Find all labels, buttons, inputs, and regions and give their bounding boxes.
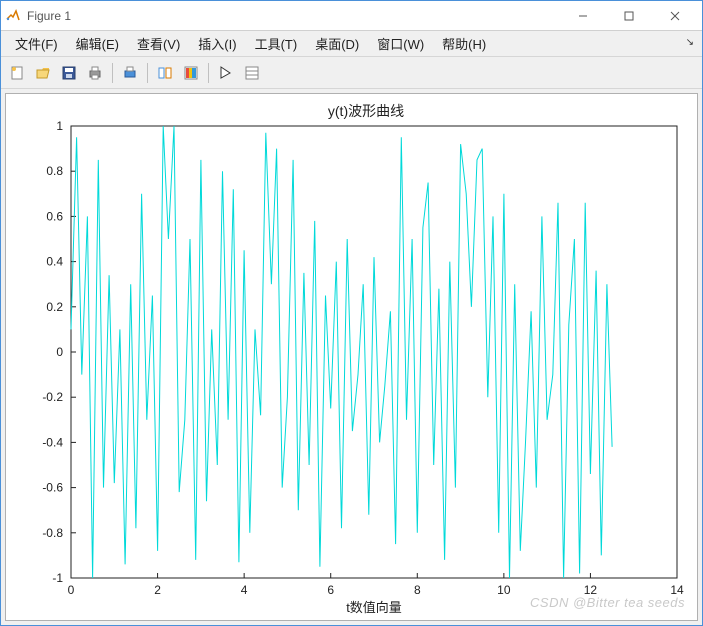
chart-title: y(t)波形曲线 bbox=[328, 103, 404, 119]
maximize-button[interactable] bbox=[606, 2, 652, 30]
svg-text:-1: -1 bbox=[52, 571, 63, 585]
menu-file[interactable]: 文件(F) bbox=[7, 31, 66, 56]
menu-view[interactable]: 查看(V) bbox=[129, 31, 188, 56]
svg-text:0.2: 0.2 bbox=[46, 300, 63, 314]
menu-desktop[interactable]: 桌面(D) bbox=[307, 31, 367, 56]
figure-window: Figure 1 文件(F) 编辑(E) 查看(V) 插入(I) 工具(T) 桌… bbox=[0, 0, 703, 626]
toolbar-separator bbox=[208, 63, 209, 83]
toolbar-separator bbox=[112, 63, 113, 83]
new-figure-button[interactable] bbox=[5, 61, 29, 85]
data-cursor-button[interactable] bbox=[240, 61, 264, 85]
svg-text:0.4: 0.4 bbox=[46, 255, 63, 269]
dock-arrow-icon[interactable]: ↘ bbox=[686, 37, 694, 48]
data-series-line bbox=[71, 126, 612, 578]
edit-plot-button[interactable] bbox=[214, 61, 238, 85]
close-button[interactable] bbox=[652, 2, 698, 30]
menu-window[interactable]: 窗口(W) bbox=[369, 31, 432, 56]
svg-text:2: 2 bbox=[154, 583, 161, 597]
link-button[interactable] bbox=[153, 61, 177, 85]
svg-text:-0.8: -0.8 bbox=[42, 526, 63, 540]
matlab-icon bbox=[5, 8, 21, 24]
print-preview-button[interactable] bbox=[118, 61, 142, 85]
plot-frame: y(t)波形曲线 02468101214 -1-0.8-0.6-0.4-0.20… bbox=[5, 93, 698, 621]
svg-text:1: 1 bbox=[56, 119, 63, 133]
window-title: Figure 1 bbox=[27, 9, 560, 23]
toolbar-separator bbox=[147, 63, 148, 83]
svg-text:0: 0 bbox=[68, 583, 75, 597]
figure-canvas-area: y(t)波形曲线 02468101214 -1-0.8-0.6-0.4-0.20… bbox=[1, 89, 702, 625]
menu-tools[interactable]: 工具(T) bbox=[247, 31, 306, 56]
titlebar: Figure 1 bbox=[1, 1, 702, 31]
svg-text:14: 14 bbox=[670, 583, 684, 597]
svg-text:8: 8 bbox=[414, 583, 421, 597]
toolbar bbox=[1, 57, 702, 89]
svg-text:12: 12 bbox=[584, 583, 598, 597]
svg-text:0: 0 bbox=[56, 345, 63, 359]
svg-text:6: 6 bbox=[327, 583, 334, 597]
svg-text:0.6: 0.6 bbox=[46, 209, 63, 223]
svg-text:-0.6: -0.6 bbox=[42, 481, 63, 495]
x-axis-ticks: 0 2 4 6 8 10 12 14 bbox=[68, 573, 684, 597]
insert-colorbar-button[interactable] bbox=[179, 61, 203, 85]
svg-text:0.8: 0.8 bbox=[46, 164, 63, 178]
menu-insert[interactable]: 插入(I) bbox=[190, 31, 244, 56]
svg-text:-0.4: -0.4 bbox=[42, 435, 63, 449]
svg-text:-0.2: -0.2 bbox=[42, 390, 63, 404]
x-axis-label: t数值向量 bbox=[346, 600, 402, 615]
print-button[interactable] bbox=[83, 61, 107, 85]
chart[interactable]: y(t)波形曲线 02468101214 -1-0.8-0.6-0.4-0.20… bbox=[6, 94, 697, 618]
svg-text:4: 4 bbox=[241, 583, 248, 597]
menubar: 文件(F) 编辑(E) 查看(V) 插入(I) 工具(T) 桌面(D) 窗口(W… bbox=[1, 31, 702, 57]
save-button[interactable] bbox=[57, 61, 81, 85]
open-button[interactable] bbox=[31, 61, 55, 85]
window-controls bbox=[560, 2, 698, 30]
minimize-button[interactable] bbox=[560, 2, 606, 30]
menu-edit[interactable]: 编辑(E) bbox=[68, 31, 127, 56]
menu-help[interactable]: 帮助(H) bbox=[434, 31, 494, 56]
svg-text:10: 10 bbox=[497, 583, 511, 597]
